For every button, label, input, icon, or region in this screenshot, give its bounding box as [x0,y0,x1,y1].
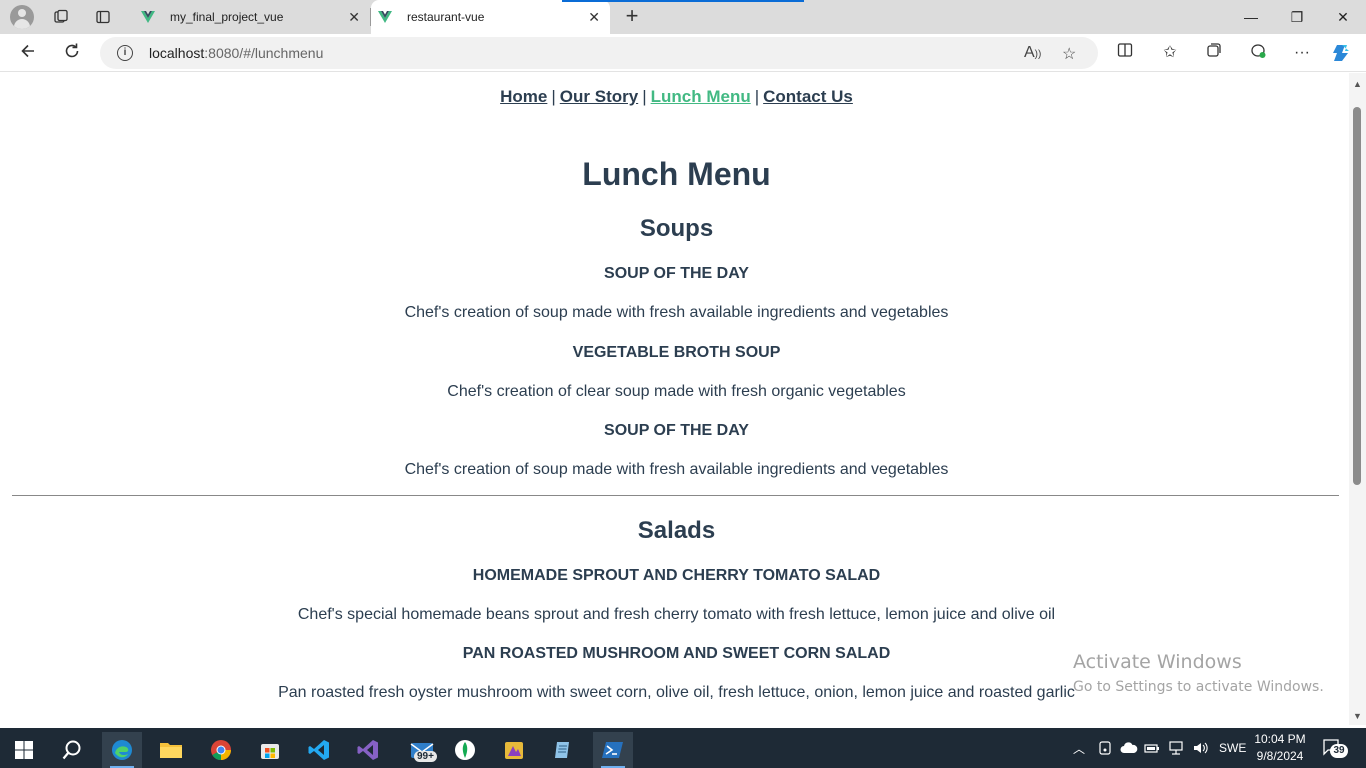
browser-toolbar: i localhost:8080/#/lunchmenu A)) ☆ ✩ ··· [0,34,1366,72]
collections-icon[interactable] [1202,42,1226,64]
menu-item-description: Chef's special homemade beans sprout and… [297,606,1056,623]
workspaces-icon[interactable] [50,6,72,28]
network-icon[interactable] [1168,728,1184,768]
vue-logo-icon [378,11,392,23]
visual-studio-icon[interactable] [348,732,388,768]
battery-power-icon[interactable] [1144,728,1160,768]
more-menu-icon[interactable]: ··· [1290,42,1314,64]
clock-time: 10:04 PM [1254,732,1306,746]
page-title: Lunch Menu [582,156,771,192]
vscode-icon[interactable] [299,732,339,768]
onedrive-cloud-icon[interactable] [1120,728,1138,768]
tab-title: my_final_project_vue [170,10,284,24]
address-bar[interactable]: i localhost:8080/#/lunchmenu A)) ☆ [100,37,1098,69]
back-arrow-icon[interactable] [16,42,40,64]
edge-browser-icon[interactable] [102,732,142,768]
input-language-indicator[interactable]: SWE [1219,728,1246,768]
browser-essentials-icon[interactable] [1246,42,1270,64]
tab-strip: my_final_project_vue ✕ restaurant-vue ✕ … [0,0,1366,34]
split-screen-icon[interactable] [1113,42,1137,64]
pinned-app-icon[interactable] [494,732,534,768]
show-hidden-icons-chevron-icon[interactable]: ︿ [1073,728,1085,768]
notepad-icon[interactable] [543,732,583,768]
notification-center-icon[interactable]: 39 [1322,738,1356,760]
nav-link-contact-us[interactable]: Contact Us [763,87,853,106]
menu-item-description: Chef's creation of soup made with fresh … [404,304,949,321]
menu-item-description: Chef's creation of clear soup made with … [447,383,906,400]
tab-title: restaurant-vue [407,10,485,24]
tab-my-final-project[interactable]: my_final_project_vue ✕ [134,0,371,34]
system-clock[interactable]: 10:04 PM 9/8/2024 [1252,731,1308,765]
close-tab-icon[interactable]: ✕ [348,9,360,26]
loading-indicator [562,0,804,2]
nav-separator: | [551,87,556,106]
section-divider [12,495,1339,496]
windows-taskbar: 99+ ︿ SWE 10:04 PM 9/8/2024 39 [0,728,1366,768]
tab-restaurant-vue[interactable]: restaurant-vue ✕ [371,0,610,34]
new-tab-plus-icon[interactable]: + [620,5,644,29]
activate-windows-watermark: Activate Windows Go to Settings to activ… [1073,651,1324,695]
section-title-salads: Salads [637,517,716,544]
refresh-icon[interactable] [60,42,84,64]
copilot-icon[interactable] [1330,42,1354,64]
nav-link-lunch-menu[interactable]: Lunch Menu [651,87,751,106]
clock-date: 9/8/2024 [1256,749,1304,763]
favorites-icon[interactable]: ✩ [1158,42,1182,64]
menu-item-name: SOUP OF THE DAY [604,265,749,282]
menu-item-name: HOMEMADE SPROUT AND CHERRY TOMATO SALAD [472,567,881,584]
page-viewport: Home | Our Story | Lunch Menu | Contact Us Lun… [4,73,1349,725]
file-explorer-icon[interactable] [151,732,191,768]
page-scrollbar[interactable]: ▲ ▼ [1349,73,1366,725]
watermark-title: Activate Windows [1073,651,1242,673]
minimize-icon[interactable]: — [1240,6,1262,28]
search-icon[interactable] [52,732,92,768]
profile-avatar-icon[interactable] [10,5,34,29]
url-text[interactable]: localhost:8080/#/lunchmenu [149,45,323,61]
section-title-soups: Soups [639,215,714,242]
menu-item-name: VEGETABLE BROTH SOUP [572,344,781,361]
site-nav: Home | Our Story | Lunch Menu | Contact Us [4,87,1349,107]
menu-item-name: SOUP OF THE DAY [604,422,749,439]
mongodb-compass-icon[interactable] [445,732,485,768]
meet-now-icon[interactable] [1098,728,1112,768]
scroll-up-arrow-icon[interactable]: ▲ [1353,79,1362,89]
nav-link-home[interactable]: Home [500,87,547,106]
tab-actions-icon[interactable] [92,6,114,28]
restore-icon[interactable]: ❐ [1286,6,1308,28]
scrollbar-thumb[interactable] [1353,107,1361,485]
chrome-icon[interactable] [201,732,241,768]
start-windows-icon[interactable] [4,732,44,768]
microsoft-store-icon[interactable] [250,732,290,768]
menu-item-description: Chef's creation of soup made with fresh … [404,461,949,478]
favorite-star-icon[interactable]: ☆ [1062,44,1076,64]
read-aloud-icon[interactable]: A)) [1024,44,1041,62]
mail-icon[interactable]: 99+ [400,732,444,768]
volume-speaker-icon[interactable] [1192,728,1208,768]
vue-logo-icon [141,11,155,23]
close-tab-icon[interactable]: ✕ [588,9,600,26]
scroll-down-arrow-icon[interactable]: ▼ [1353,711,1362,721]
site-info-icon[interactable]: i [117,45,133,61]
nav-link-our-story[interactable]: Our Story [560,87,638,106]
watermark-subtitle: Go to Settings to activate Windows. [1073,679,1324,695]
nav-separator: | [754,87,760,106]
powershell-icon[interactable] [593,732,633,768]
close-window-icon[interactable]: ✕ [1332,6,1354,28]
nav-separator: | [642,87,647,106]
mail-badge: 99+ [414,751,437,762]
notification-count-badge: 39 [1330,744,1348,758]
